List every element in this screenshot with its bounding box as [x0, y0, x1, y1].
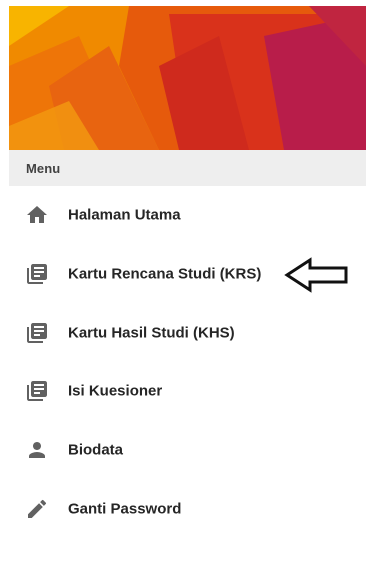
- menu-item-halaman-utama[interactable]: Halaman Utama: [9, 186, 366, 245]
- annotation-arrow-icon: [284, 257, 348, 293]
- menu-item-label: Halaman Utama: [68, 206, 181, 224]
- menu-item-khs[interactable]: Kartu Hasil Studi (KHS): [9, 303, 366, 362]
- drawer-header-banner: [9, 6, 366, 150]
- menu-item-ganti-password[interactable]: Ganti Password: [9, 479, 366, 538]
- menu-item-label: Kartu Rencana Studi (KRS): [68, 265, 262, 283]
- menu-list: Halaman Utama Kartu Rencana Studi (KRS) …: [9, 186, 366, 538]
- menu-item-isi-kuesioner[interactable]: Isi Kuesioner: [9, 362, 366, 421]
- person-icon: [25, 438, 49, 462]
- menu-item-label: Ganti Password: [68, 500, 182, 518]
- menu-item-label: Biodata: [68, 441, 124, 459]
- menu-item-biodata[interactable]: Biodata: [9, 421, 366, 480]
- library-books-icon: [25, 321, 49, 345]
- library-books-icon: [25, 379, 49, 403]
- menu-item-label: Kartu Hasil Studi (KHS): [68, 324, 235, 342]
- menu-item-label: Isi Kuesioner: [68, 382, 163, 400]
- library-books-icon: [25, 262, 49, 286]
- menu-subheader: Menu: [9, 150, 366, 186]
- home-icon: [25, 203, 49, 227]
- pencil-icon: [25, 497, 49, 521]
